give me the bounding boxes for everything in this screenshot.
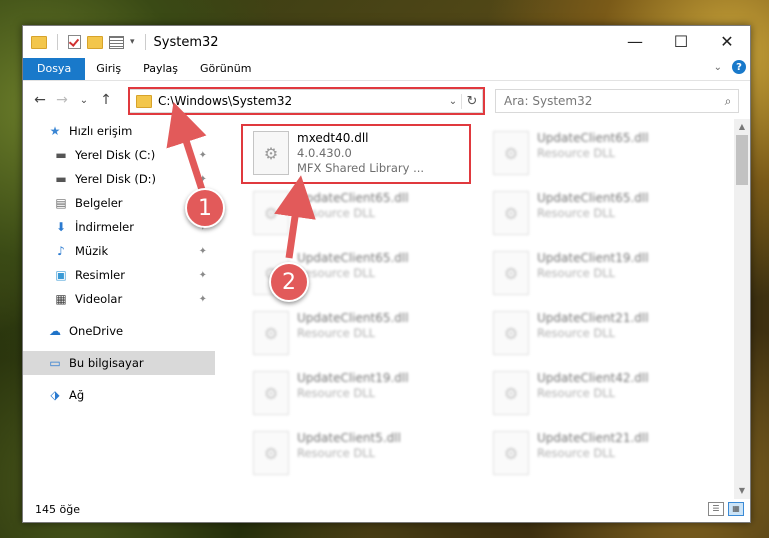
arrow-1	[166, 102, 208, 198]
arrow-2	[274, 175, 316, 259]
annotation-arrows	[166, 102, 316, 259]
step-badge-1: 1	[185, 188, 225, 228]
step-badge-2: 2	[269, 262, 309, 302]
